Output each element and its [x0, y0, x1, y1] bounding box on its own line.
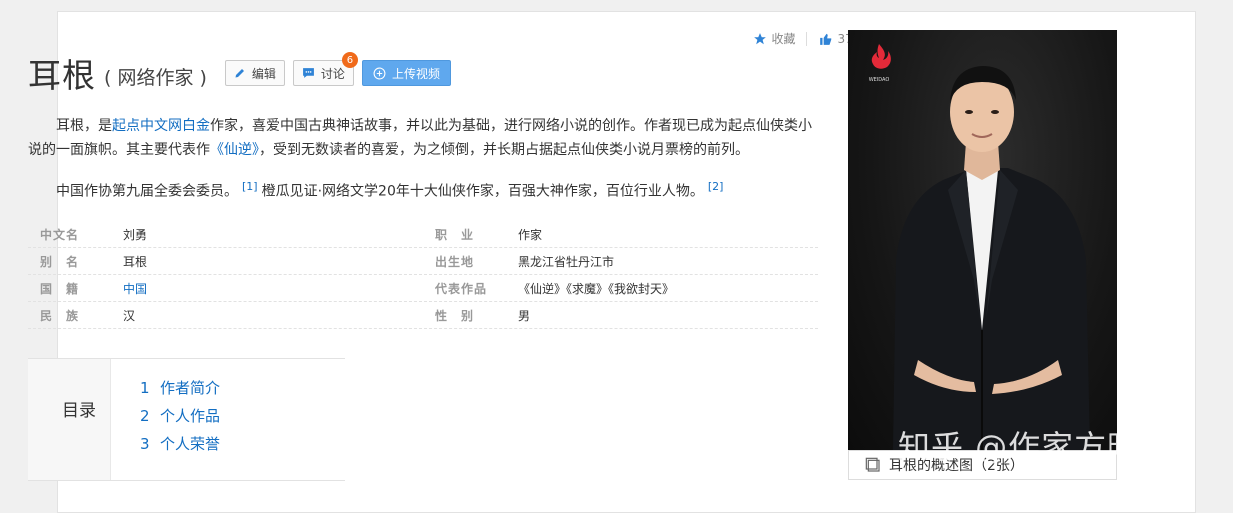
- info-key: 代表作品: [435, 281, 488, 296]
- info-value: 汉: [123, 308, 136, 323]
- flame-logo-icon: [871, 44, 891, 69]
- toc-number: 2: [140, 407, 150, 425]
- chat-icon: [303, 68, 314, 78]
- toc-label: 个人作品: [160, 407, 221, 425]
- nationality-link[interactable]: 中国: [123, 280, 423, 297]
- info-row: 民 族 汉 性 别 男: [28, 302, 818, 329]
- info-value: 刘勇: [123, 227, 148, 242]
- star-icon: [753, 32, 766, 44]
- info-row: 中文名 刘勇 职 业 作家: [28, 221, 818, 248]
- info-key: 性 别: [435, 308, 475, 323]
- intro-text: 耳根，是: [56, 118, 112, 134]
- toc-number: 1: [140, 379, 150, 397]
- info-value: 耳根: [123, 254, 148, 269]
- intro-paragraph: 耳根，是起点中文网白金作家，喜爱中国古典神话故事，并以此为基础，进行网络小说的创…: [28, 114, 818, 162]
- toc-number: 3: [140, 435, 150, 453]
- logo-text: WEIDAO: [869, 77, 890, 83]
- honor-text: 中国作协第九届全委会委员。: [56, 183, 238, 200]
- toc-title: 目录: [62, 401, 96, 421]
- toc-list: 1 作者简介 2 个人作品 3 个人荣誉: [140, 377, 220, 461]
- watermark: 知乎 @作家方晓莉: [898, 428, 1174, 466]
- portrait-photo[interactable]: WEIDAO: [848, 30, 1117, 450]
- info-key: 中文名: [40, 227, 80, 242]
- xianni-link[interactable]: 《仙逆》: [210, 142, 259, 158]
- title-row: 耳根 ( 网络作家 ) 编辑 讨论 6 上传视频: [28, 49, 451, 97]
- pencil-icon: [235, 69, 244, 78]
- info-key: 民 族: [40, 308, 80, 323]
- edit-button-label: 编辑: [251, 66, 276, 81]
- info-row: 国 籍 中国 代表作品 《仙逆》《求魔》《我欲封天》: [28, 275, 818, 302]
- toc-item-works[interactable]: 2 个人作品: [140, 405, 220, 433]
- info-key: 职 业: [435, 227, 475, 242]
- qidian-link[interactable]: 起点中文网白金: [112, 118, 210, 134]
- page-subtitle: ( 网络作家 ): [104, 66, 207, 89]
- info-value: 作家: [518, 227, 543, 242]
- info-value: 黑龙江省牡丹江市: [518, 254, 615, 269]
- plus-circle-icon: [373, 67, 386, 79]
- honor-paragraph: 中国作协第九届全委会委员。 [1] 橙瓜见证·网络文学20年十大仙侠作家，百强大神作…: [28, 175, 818, 204]
- thumb-up-icon: [819, 33, 831, 45]
- upload-video-button[interactable]: 上传视频: [361, 60, 451, 86]
- info-row: 别 名 耳根 出生地 黑龙江省牡丹江市: [28, 248, 818, 275]
- favorite-button[interactable]: 收藏: [753, 30, 796, 47]
- info-key: 出生地: [435, 254, 475, 269]
- portrait-illustration: WEIDAO: [869, 44, 1090, 450]
- toc-header: 目录: [28, 359, 111, 480]
- upload-video-label: 上传视频: [391, 66, 440, 81]
- toc-label: 作者简介: [160, 379, 221, 397]
- basic-info-table: 中文名 刘勇 职 业 作家 别 名 耳根 出生地 黑龙江省牡丹江市 国 籍 中国…: [28, 221, 818, 329]
- favorite-label: 收藏: [771, 32, 796, 46]
- page-title: 耳根: [28, 56, 96, 95]
- edit-button[interactable]: 编辑: [224, 60, 285, 86]
- toc-label: 个人荣誉: [160, 435, 221, 453]
- table-of-contents: 目录 1 作者简介 2 个人作品 3 个人荣誉: [28, 358, 345, 481]
- discuss-button-label: 讨论: [320, 66, 345, 81]
- discuss-count-badge: 6: [341, 52, 358, 68]
- info-value: 男: [518, 308, 531, 323]
- discuss-button[interactable]: 讨论 6: [292, 52, 358, 86]
- toc-item-honors[interactable]: 3 个人荣誉: [140, 433, 220, 461]
- divider: [805, 31, 807, 46]
- intro-text: ，受到无数读者的喜爱，为之倾倒，并长期占据起点仙侠类小说月票榜的前列。: [259, 142, 749, 158]
- reference-link-1[interactable]: [1]: [242, 180, 258, 193]
- info-value: 《仙逆》《求魔》《我欲封天》: [518, 281, 675, 296]
- info-key: 别 名: [40, 254, 80, 269]
- info-key: 国 籍: [40, 281, 80, 296]
- gallery-icon: [865, 457, 880, 472]
- honor-text: 橙瓜见证·网络文学20年十大仙侠作家，百强大神作家，百位行业人物。: [261, 183, 704, 200]
- reference-link-2[interactable]: [2]: [708, 180, 724, 193]
- toc-item-intro[interactable]: 1 作者简介: [140, 377, 220, 405]
